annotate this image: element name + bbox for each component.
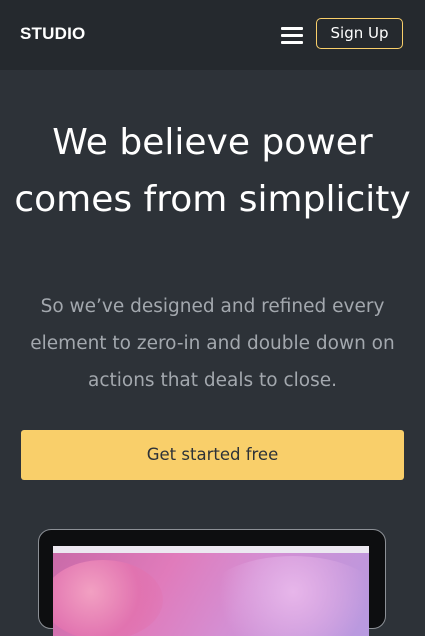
laptop-mockup-image: [38, 529, 386, 636]
wallpaper-shape: [53, 560, 163, 636]
hamburger-menu-icon[interactable]: [281, 26, 303, 44]
brand-logo[interactable]: STUDIO: [20, 24, 85, 44]
hero-subtitle: So we’ve designed and refined every elem…: [30, 296, 395, 391]
hero-title: We believe power comes from simplicity: [14, 122, 411, 220]
screen-menubar: [53, 546, 369, 553]
get-started-button[interactable]: Get started free: [21, 430, 404, 480]
sign-up-button[interactable]: Sign Up: [316, 18, 403, 49]
laptop-screen: [53, 546, 369, 636]
wallpaper-shape: [203, 556, 369, 636]
navbar: STUDIO Sign Up: [0, 0, 425, 70]
